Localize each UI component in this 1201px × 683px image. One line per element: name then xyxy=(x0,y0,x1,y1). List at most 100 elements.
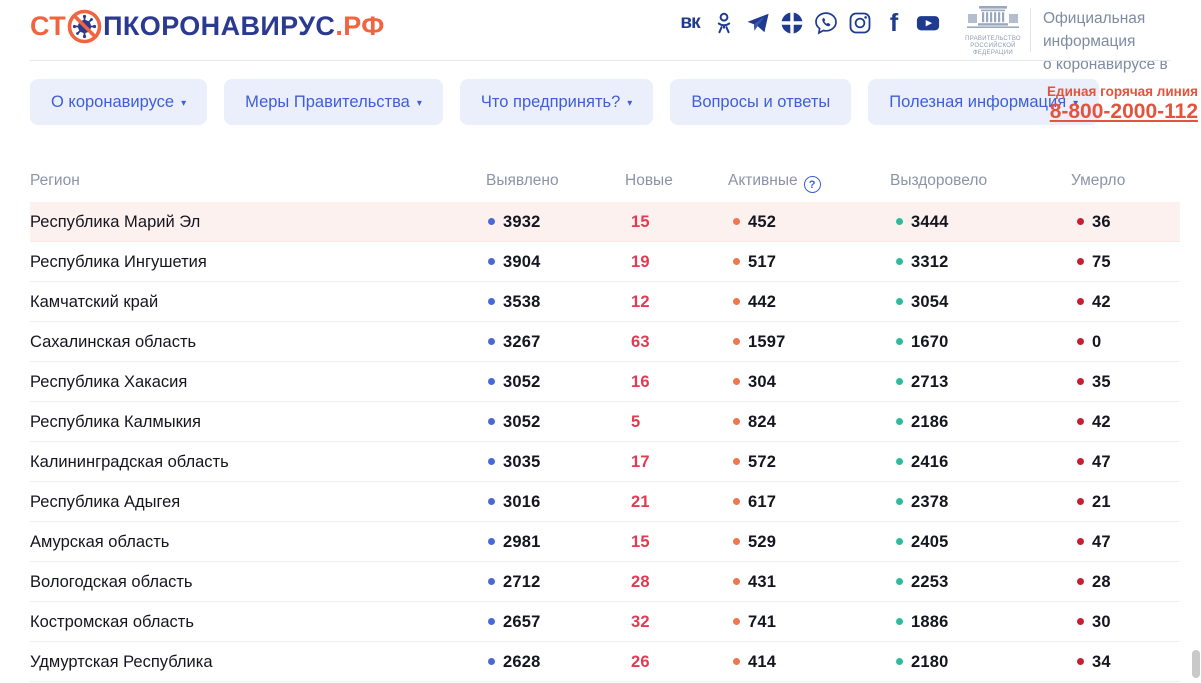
died-dot-icon xyxy=(1077,218,1084,225)
recovered-dot-icon xyxy=(896,618,903,625)
table-row[interactable]: Республика Хакасия 3052 16 304 2713 35 xyxy=(30,362,1180,402)
chevron-down-icon: ▾ xyxy=(627,98,632,109)
nav-about-coronavirus[interactable]: О коронавирусе ▾ xyxy=(30,79,207,125)
instagram-icon[interactable] xyxy=(848,11,872,35)
new-cell: 12 xyxy=(631,282,650,322)
gov-label-line: ПРАВИТЕЛЬСТВО xyxy=(958,36,1028,43)
active-cell: 431 xyxy=(733,562,776,602)
detected-dot-icon xyxy=(488,218,495,225)
scrollbar-thumb[interactable] xyxy=(1192,650,1200,678)
died-cell: 47 xyxy=(1077,522,1111,562)
table-row[interactable]: Республика Калмыкия 3052 5 824 2186 42 xyxy=(30,402,1180,442)
col-header-active: Активные? xyxy=(728,172,821,193)
detected-cell: 3035 xyxy=(488,442,541,482)
died-dot-icon xyxy=(1077,458,1084,465)
died-dot-icon xyxy=(1077,418,1084,425)
region-name: Камчатский край xyxy=(30,282,158,322)
region-name: Костромская область xyxy=(30,602,194,642)
died-cell: 42 xyxy=(1077,282,1111,322)
hotline-phone[interactable]: 8-800-2000-112 xyxy=(1047,100,1198,124)
detected-cell: 2657 xyxy=(488,602,541,642)
died-dot-icon xyxy=(1077,618,1084,625)
region-name: Амурская область xyxy=(30,522,169,562)
nav-questions-answers[interactable]: Вопросы и ответы xyxy=(670,79,851,125)
detected-dot-icon xyxy=(488,498,495,505)
recovered-dot-icon xyxy=(896,498,903,505)
died-cell: 47 xyxy=(1077,442,1111,482)
detected-dot-icon xyxy=(488,538,495,545)
zen-icon[interactable] xyxy=(780,11,804,35)
youtube-icon[interactable] xyxy=(916,11,940,35)
active-cell: 741 xyxy=(733,602,776,642)
region-name: Республика Калмыкия xyxy=(30,402,201,442)
recovered-dot-icon xyxy=(896,298,903,305)
recovered-cell: 2416 xyxy=(896,442,949,482)
recovered-cell: 2378 xyxy=(896,482,949,522)
site-logo[interactable]: СТ ПКОРОНАВИРУС .РФ xyxy=(30,9,385,44)
table-row[interactable]: Республика Марий Эл 3932 15 452 3444 36 xyxy=(30,202,1180,242)
table-row[interactable]: Амурская область 2981 15 529 2405 47 xyxy=(30,522,1180,562)
table-row[interactable]: Вологодская область 2712 28 431 2253 28 xyxy=(30,562,1180,602)
new-cell: 26 xyxy=(631,642,650,682)
nav-government-measures[interactable]: Меры Правительства ▾ xyxy=(224,79,443,125)
active-dot-icon xyxy=(733,378,740,385)
recovered-dot-icon xyxy=(896,418,903,425)
table-row[interactable]: Удмуртская Республика 2628 26 414 2180 3… xyxy=(30,642,1180,682)
died-dot-icon xyxy=(1077,578,1084,585)
help-icon[interactable]: ? xyxy=(804,176,821,193)
table-row[interactable]: Республика Адыгея 3016 21 617 2378 21 xyxy=(30,482,1180,522)
new-cell: 63 xyxy=(631,322,650,362)
detected-cell: 3932 xyxy=(488,202,541,242)
nav-what-to-do[interactable]: Что предпринять? ▾ xyxy=(460,79,653,125)
new-cell: 19 xyxy=(631,242,650,282)
stopcoronavirus-page: { "brand": { "logo_prefix": "СТ", "logo_… xyxy=(0,0,1201,678)
detected-dot-icon xyxy=(488,338,495,345)
gov-label-line: РОССИЙСКОЙ xyxy=(958,43,1028,50)
died-dot-icon xyxy=(1077,498,1084,505)
recovered-cell: 2180 xyxy=(896,642,949,682)
died-dot-icon xyxy=(1077,338,1084,345)
top-bar: СТ ПКОРОНАВИРУС .РФ вк xyxy=(0,0,1201,61)
viber-icon[interactable] xyxy=(814,11,838,35)
col-header-recovered: Выздоровело xyxy=(890,172,987,190)
active-cell: 529 xyxy=(733,522,776,562)
died-cell: 42 xyxy=(1077,402,1111,442)
odnoklassniki-icon[interactable] xyxy=(712,11,736,35)
region-name: Республика Адыгея xyxy=(30,482,180,522)
recovered-dot-icon xyxy=(896,538,903,545)
active-dot-icon xyxy=(733,418,740,425)
col-header-new: Новые xyxy=(625,172,673,190)
detected-dot-icon xyxy=(488,418,495,425)
col-header-region: Регион xyxy=(30,172,80,190)
table-row[interactable]: Камчатский край 3538 12 442 3054 42 xyxy=(30,282,1180,322)
active-dot-icon xyxy=(733,658,740,665)
new-cell: 15 xyxy=(631,202,650,242)
active-dot-icon xyxy=(733,218,740,225)
table-row[interactable]: Костромская область 2657 32 741 1886 30 xyxy=(30,602,1180,642)
active-dot-icon xyxy=(733,298,740,305)
telegram-icon[interactable] xyxy=(746,11,770,35)
recovered-cell: 3444 xyxy=(896,202,949,242)
table-row[interactable]: Республика Ингушетия 3904 19 517 3312 75 xyxy=(30,242,1180,282)
new-cell: 21 xyxy=(631,482,650,522)
active-dot-icon xyxy=(733,618,740,625)
gov-label-line: ФЕДЕРАЦИИ xyxy=(958,50,1028,57)
facebook-icon[interactable]: f xyxy=(882,11,906,35)
hotline-label: Единая горячая линия xyxy=(1047,84,1198,99)
vk-icon[interactable]: вк xyxy=(678,11,702,35)
table-row[interactable]: Сахалинская область 3267 63 1597 1670 0 xyxy=(30,322,1180,362)
active-cell: 617 xyxy=(733,482,776,522)
table-row[interactable]: Калининградская область 3035 17 572 2416… xyxy=(30,442,1180,482)
new-cell: 28 xyxy=(631,562,650,602)
government-emblem[interactable]: ПРАВИТЕЛЬСТВО РОССИЙСКОЙ ФЕДЕРАЦИИ xyxy=(958,5,1028,57)
detected-dot-icon xyxy=(488,378,495,385)
social-links: вк xyxy=(678,11,940,35)
recovered-cell: 1670 xyxy=(896,322,949,362)
active-cell: 304 xyxy=(733,362,776,402)
recovered-dot-icon xyxy=(896,338,903,345)
region-name: Республика Марий Эл xyxy=(30,202,200,242)
detected-cell: 3052 xyxy=(488,362,541,402)
logo-text-prefix: СТ xyxy=(30,11,66,42)
died-dot-icon xyxy=(1077,298,1084,305)
regions-table: Республика Марий Эл 3932 15 452 3444 36 … xyxy=(30,202,1180,682)
